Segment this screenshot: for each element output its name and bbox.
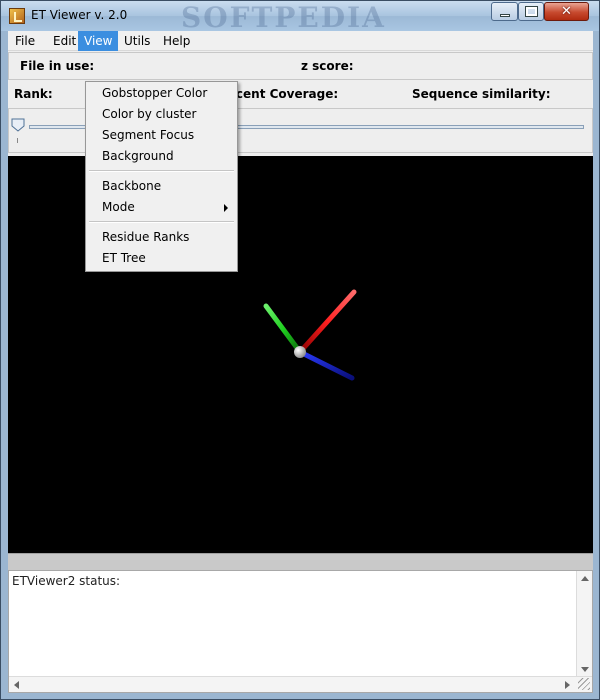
file-in-use-label: File in use:: [20, 59, 95, 73]
vertical-scrollbar[interactable]: [576, 571, 592, 677]
status-text: ETViewer2 status:: [12, 574, 121, 588]
menu-item-residue-ranks[interactable]: Residue Ranks: [87, 227, 236, 248]
resize-grip-icon[interactable]: [578, 678, 590, 690]
percent-coverage-label: rcent Coverage:: [230, 87, 339, 101]
axes-origin: [294, 346, 306, 358]
submenu-arrow-icon: [224, 204, 228, 212]
x-axis: [297, 289, 357, 355]
maximize-button[interactable]: [518, 2, 544, 21]
title-bar[interactable]: ET Viewer v. 2.0 SOFTPEDIA ✕: [1, 1, 599, 34]
menu-item-mode[interactable]: Mode: [87, 197, 236, 218]
split-divider[interactable]: [8, 553, 593, 570]
file-info-panel: File in use: z score:: [8, 52, 593, 80]
slider-tick: [17, 138, 18, 143]
status-panel: ETViewer2 status:: [8, 570, 593, 693]
minimize-button[interactable]: [491, 2, 518, 21]
sequence-similarity-label: Sequence similarity:: [412, 87, 551, 101]
menu-separator: [89, 170, 234, 172]
app-window: ET Viewer v. 2.0 SOFTPEDIA ✕ File Edit V…: [0, 0, 600, 700]
y-axis: [263, 303, 303, 355]
scroll-up-icon[interactable]: [581, 576, 589, 581]
app-icon: [9, 8, 25, 24]
menu-separator: [89, 221, 234, 223]
menu-item-backbone[interactable]: Backbone: [87, 176, 236, 197]
rank-label: Rank:: [14, 87, 53, 101]
scroll-left-icon[interactable]: [14, 681, 19, 689]
minimize-icon: [500, 14, 510, 17]
menu-help[interactable]: Help: [157, 31, 196, 51]
menu-item-mode-label: Mode: [102, 200, 135, 214]
menu-utils[interactable]: Utils: [118, 31, 156, 51]
menu-item-et-tree[interactable]: ET Tree: [87, 248, 236, 269]
horizontal-scrollbar[interactable]: [9, 676, 592, 692]
menu-item-background[interactable]: Background: [87, 146, 236, 167]
menu-item-segment-focus[interactable]: Segment Focus: [87, 125, 236, 146]
z-score-label: z score:: [301, 59, 354, 73]
menu-item-gobstopper-color[interactable]: Gobstopper Color: [87, 83, 236, 104]
menu-bar: File Edit View Utils Help: [8, 31, 593, 51]
menu-item-color-by-cluster[interactable]: Color by cluster: [87, 104, 236, 125]
client-area: File Edit View Utils Help File in use: z…: [8, 31, 593, 693]
watermark: SOFTPEDIA: [181, 1, 386, 34]
close-icon: ✕: [561, 4, 572, 19]
scroll-down-icon[interactable]: [581, 667, 589, 672]
menu-edit[interactable]: Edit: [47, 31, 82, 51]
menu-view[interactable]: View: [78, 31, 119, 51]
rank-slider-thumb[interactable]: [11, 118, 25, 132]
view-dropdown-menu: Gobstopper Color Color by cluster Segmen…: [85, 81, 238, 272]
maximize-icon: [525, 6, 538, 17]
window-title: ET Viewer v. 2.0: [31, 8, 128, 22]
z-axis: [297, 349, 355, 381]
menu-file[interactable]: File: [9, 31, 41, 51]
scroll-right-icon[interactable]: [565, 681, 570, 689]
close-button[interactable]: ✕: [544, 2, 589, 21]
